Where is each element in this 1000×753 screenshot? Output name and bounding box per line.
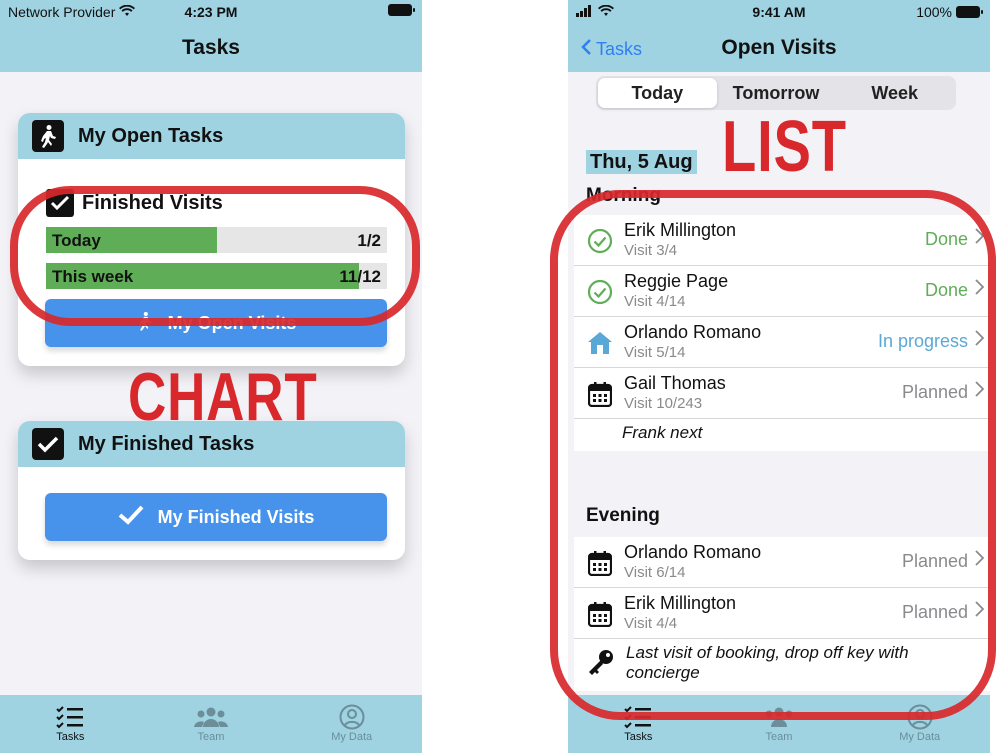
status-bar: Network Provider 4:23 PM (0, 0, 422, 24)
segment-tomorrow[interactable]: Tomorrow (717, 78, 836, 108)
my-finished-visits-label: My Finished Visits (157, 506, 315, 527)
list-annotation-outline (550, 190, 996, 720)
page-title: Tasks (182, 36, 240, 59)
nav-bar: Tasks (0, 24, 422, 72)
open-tasks-title: My Open Tasks (78, 124, 224, 147)
tab-label: Tasks (624, 731, 653, 743)
chart-annotation-label: CHART (128, 359, 318, 435)
date-heading: Thu, 5 Aug (586, 150, 697, 174)
my-finished-visits-button[interactable]: My Finished Visits (45, 493, 387, 541)
status-bar: 9:41 AM 100% (568, 0, 990, 24)
segment-week[interactable]: Week (835, 78, 954, 108)
chart-annotation-outline (10, 186, 420, 326)
battery-icon (956, 6, 983, 18)
tab-team[interactable]: Team (141, 695, 282, 753)
battery-percent: 100% (916, 4, 952, 20)
tab-my-data[interactable]: My Data (281, 695, 422, 753)
tab-label: My Data (331, 731, 373, 743)
tab-label: Team (197, 731, 225, 743)
checklist-icon (56, 703, 84, 731)
tab-label: Tasks (56, 731, 85, 743)
segment-today[interactable]: Today (598, 78, 717, 108)
finished-tasks-card: My Finished Tasks My Finished Visits (18, 421, 405, 560)
list-annotation-label: LIST (722, 107, 847, 187)
battery-icon (388, 4, 415, 16)
tab-label: My Data (899, 731, 941, 743)
walking-person-icon (32, 120, 64, 152)
nav-bar: Tasks Open Visits (568, 24, 990, 72)
team-icon (194, 703, 228, 731)
tab-bar: Tasks Team My Data (0, 695, 422, 753)
page-title: Open Visits (721, 36, 837, 59)
user-circle-icon (339, 703, 365, 731)
tab-tasks[interactable]: Tasks (0, 695, 141, 753)
open-tasks-header: My Open Tasks (18, 113, 405, 159)
checkmark-icon (32, 428, 64, 460)
status-time: 4:23 PM (184, 4, 238, 20)
tab-label: Team (765, 731, 793, 743)
checkmark-icon (118, 505, 144, 530)
day-segmented-control: Today Tomorrow Week (596, 76, 956, 110)
